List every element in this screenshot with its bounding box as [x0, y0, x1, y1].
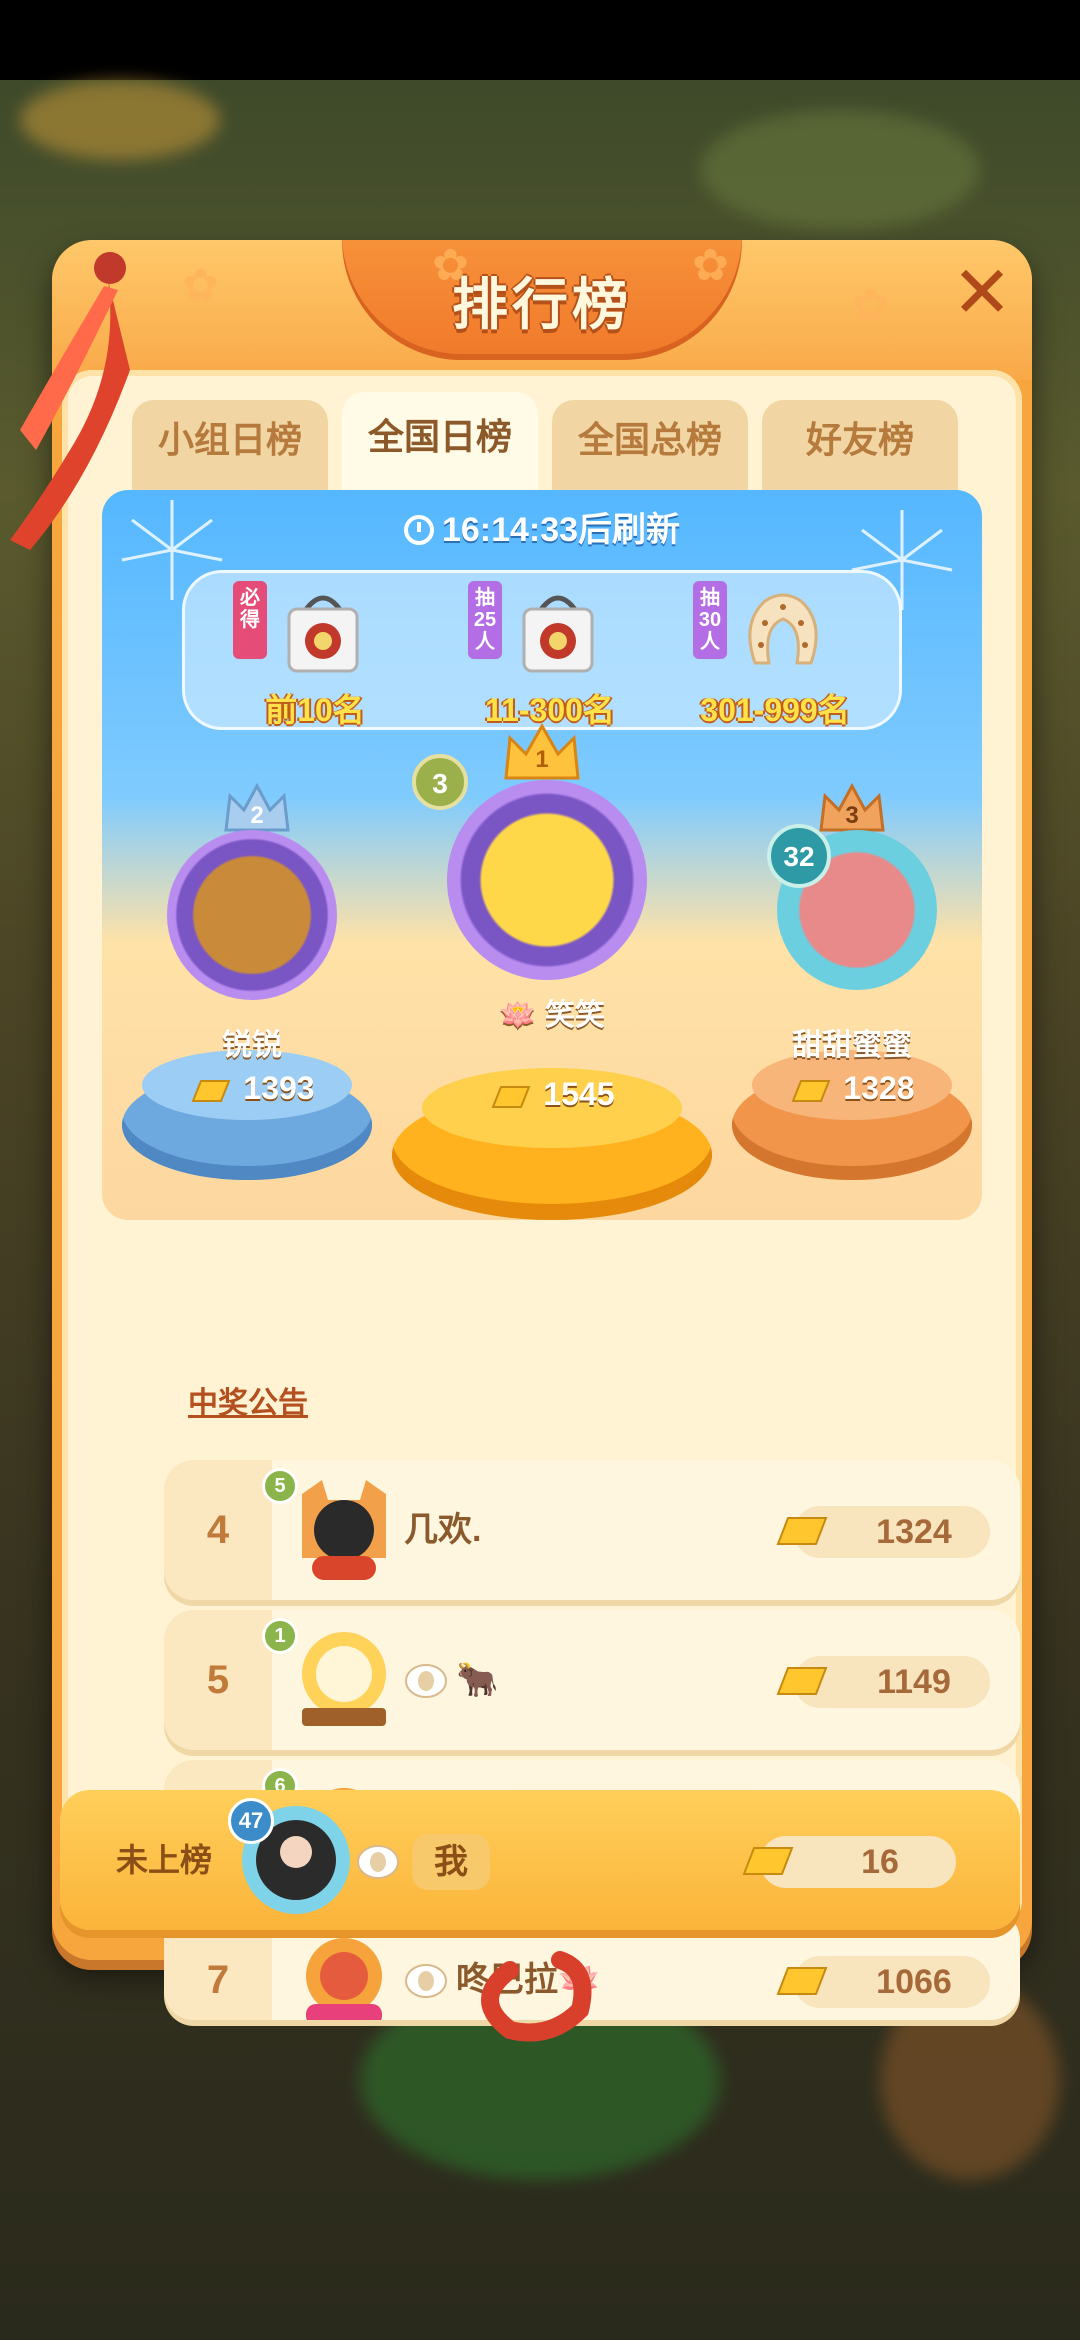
- row-score-value: 1066: [876, 1963, 952, 2001]
- row-rank: 4: [206, 1508, 230, 1552]
- prize-announcement-link[interactable]: 中奖公告: [188, 1378, 308, 1422]
- flower-decoration-icon: ✿: [692, 241, 729, 290]
- neck-pillow-icon: [748, 593, 818, 665]
- podium-name: 甜甜蜜蜜: [792, 1029, 912, 1062]
- row-name-wrap: 🐂: [404, 1610, 498, 1750]
- row-score-value: 1149: [877, 1663, 951, 1701]
- reward-panel: 必得 前10名 抽25人 11-300名 抽30人 301-999名: [182, 570, 902, 730]
- avatar: [302, 1480, 386, 1580]
- tab-national-daily[interactable]: 全国日榜: [342, 392, 538, 502]
- rabbit-badge-icon: [405, 1964, 447, 1998]
- level-badge: 47: [228, 1798, 274, 1844]
- my-rank-row[interactable]: 未上榜 47 我 16: [60, 1790, 1020, 1930]
- tab-friends[interactable]: 好友榜: [762, 400, 958, 500]
- modal-title: 排行榜: [452, 273, 632, 336]
- my-score-value: 16: [861, 1843, 899, 1881]
- row-rank: 5: [206, 1658, 230, 1702]
- podium-name: 锐锐: [222, 1029, 282, 1062]
- ribbon-decoration: [10, 252, 130, 550]
- gold-bar-icon: [742, 1847, 794, 1875]
- level-badge: 32: [767, 824, 831, 888]
- tab-national-total[interactable]: 全国总榜: [552, 400, 748, 500]
- flower-decoration-icon: ✿: [852, 281, 889, 330]
- flower-decoration-icon: ✿: [432, 241, 469, 290]
- row-score: 1149: [776, 1656, 990, 1708]
- reward-tag: 必得: [233, 581, 267, 659]
- reward-top10[interactable]: 必得 前10名: [205, 573, 425, 733]
- avatar: [447, 780, 647, 980]
- gold-bar-icon: [776, 1667, 828, 1695]
- my-rank-label: 未上榜: [116, 1842, 213, 1878]
- clock-icon: [403, 515, 434, 545]
- reward-label: 前10名: [265, 692, 365, 728]
- refresh-suffix: 后刷新: [578, 511, 681, 549]
- ribbon-decoration: [481, 1951, 592, 2042]
- my-name: 我: [412, 1834, 490, 1890]
- gold-bar-icon: [776, 1967, 828, 1995]
- podium-score-value: 1328: [843, 1070, 915, 1106]
- reward-11-300[interactable]: 抽25人 11-300名: [440, 573, 660, 733]
- row-score-value: 1324: [876, 1513, 952, 1551]
- row-score: 1324: [776, 1506, 990, 1558]
- reward-tag: 抽30人: [693, 581, 727, 659]
- row-name: 🐂: [456, 1661, 499, 1699]
- level-badge: 5: [262, 1468, 298, 1504]
- list-item[interactable]: 5 1 🐂 1149: [164, 1610, 1020, 1750]
- reward-301-999[interactable]: 抽30人 301-999名: [665, 573, 885, 733]
- gold-bar-icon: [491, 1086, 531, 1108]
- rabbit-badge-icon: [405, 1664, 447, 1698]
- podium-rank: 3: [845, 802, 859, 829]
- avatar: [167, 830, 337, 1000]
- refresh-time: 16:14:33: [441, 511, 579, 549]
- avatar: [306, 1938, 382, 2020]
- leaderboard-modal: 排行榜 ✿ ✿ ✿ ✿ ✕ 小组日榜 全国日榜 全国总榜 好友榜 16:14:3…: [52, 240, 1032, 2020]
- gold-bar-icon: [776, 1517, 828, 1545]
- gold-bar-icon: [191, 1080, 231, 1102]
- podium-score: 1328: [742, 1070, 962, 1107]
- close-button[interactable]: ✕: [947, 257, 1017, 330]
- my-score: 16: [742, 1836, 956, 1888]
- reward-label: 301-999名: [700, 692, 850, 728]
- list-item[interactable]: 4 5 几欢. 1324: [164, 1460, 1020, 1600]
- gift-bag-icon: [287, 595, 359, 673]
- podium-score-value: 1393: [243, 1070, 315, 1106]
- tab-bar: 小组日榜 全国日榜 全国总榜 好友榜: [132, 392, 1012, 502]
- level-badge: 1: [262, 1618, 298, 1654]
- podium-area: 16:14:33后刷新 必得 前10名 抽25人 11-300名 抽30人 30…: [102, 490, 982, 1220]
- podium-score-value: 1545: [543, 1076, 615, 1112]
- avatar: [302, 1632, 386, 1726]
- reward-tag: 抽25人: [468, 581, 502, 659]
- row-name: 几欢.: [404, 1511, 482, 1549]
- level-badge: 3: [412, 754, 468, 810]
- podium-name: 🪷 笑笑: [499, 999, 605, 1032]
- refresh-countdown: 16:14:33后刷新: [102, 502, 982, 551]
- flower-decoration-icon: ✿: [182, 261, 219, 310]
- podium-rank: 2: [250, 802, 264, 829]
- gift-bag-icon: [522, 595, 594, 673]
- podium-rank: 1: [535, 746, 549, 773]
- rabbit-badge-icon: [357, 1845, 399, 1879]
- status-bar: [0, 0, 1080, 80]
- podium-score: 1393: [142, 1070, 362, 1107]
- row-score: 1066: [776, 1956, 990, 2008]
- gold-bar-icon: [791, 1080, 831, 1102]
- podium-score: 1545: [432, 1076, 672, 1113]
- tab-group-daily[interactable]: 小组日榜: [132, 400, 328, 500]
